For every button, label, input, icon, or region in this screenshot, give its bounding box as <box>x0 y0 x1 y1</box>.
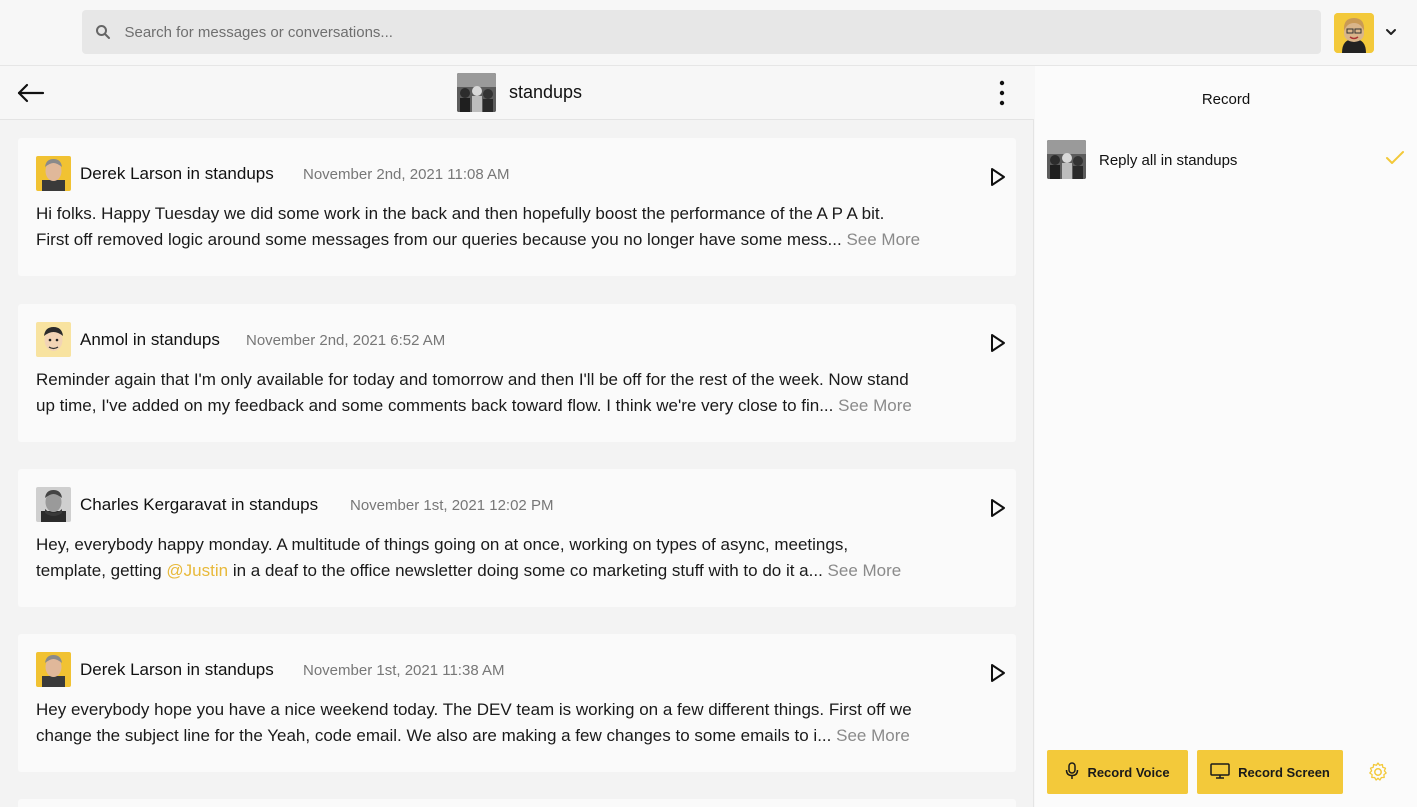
message-line: Reminder again that I'm only available f… <box>36 370 909 389</box>
monitor-icon <box>1210 762 1230 782</box>
message-card[interactable] <box>18 799 1016 807</box>
chevron-down-icon[interactable] <box>1383 24 1399 40</box>
message-timestamp: November 2nd, 2021 11:08 AM <box>303 166 510 183</box>
channel-thumbnail <box>1047 140 1086 179</box>
message-body: Reminder again that I'm only available f… <box>36 367 1000 419</box>
message-line: Hey, everybody happy monday. A multitude… <box>36 535 849 554</box>
conversation-pane: standups Derek Larson in standups Novemb… <box>0 66 1034 807</box>
top-bar <box>0 0 1417 66</box>
record-voice-label: Record Voice <box>1087 764 1170 780</box>
message-timestamp: November 1st, 2021 12:02 PM <box>350 497 554 514</box>
user-avatar[interactable] <box>1334 13 1374 53</box>
back-arrow-icon[interactable] <box>16 80 46 106</box>
message-card[interactable]: Derek Larson in standups November 1st, 2… <box>18 634 1016 772</box>
avatar <box>36 156 71 191</box>
search-icon <box>82 10 124 54</box>
search-bar[interactable] <box>82 10 1321 54</box>
play-icon[interactable] <box>988 332 1008 354</box>
search-input[interactable] <box>124 23 1321 41</box>
conversation-header: standups <box>0 66 1034 120</box>
message-card[interactable]: Derek Larson in standups November 2nd, 2… <box>18 138 1016 276</box>
message-text: up time, I've added on my feedback and s… <box>36 396 834 415</box>
message-author: Charles Kergaravat in standups <box>80 495 319 514</box>
see-more-link[interactable]: See More <box>828 561 902 580</box>
play-icon[interactable] <box>988 497 1008 519</box>
message-author: Anmol in standups <box>80 330 220 349</box>
message-line: Hi folks. Happy Tuesday we did some work… <box>36 204 885 223</box>
message-card[interactable]: Anmol in standups November 2nd, 2021 6:5… <box>18 304 1016 442</box>
see-more-link[interactable]: See More <box>846 230 920 249</box>
gear-icon[interactable] <box>1367 761 1389 783</box>
play-icon[interactable] <box>988 166 1008 188</box>
microphone-icon <box>1065 761 1079 783</box>
message-line: change the subject line for the Yeah, co… <box>36 723 1000 749</box>
message-body: Hi folks. Happy Tuesday we did some work… <box>36 201 1000 253</box>
message-text: First off removed logic around some mess… <box>36 230 842 249</box>
record-screen-label: Record Screen <box>1238 764 1330 780</box>
record-panel: Record Reply all in standups Record Voic… <box>1035 66 1417 807</box>
channel-name: standups <box>509 82 583 102</box>
see-more-link[interactable]: See More <box>836 726 910 745</box>
more-options-icon[interactable] <box>990 78 1014 108</box>
avatar <box>36 322 71 357</box>
message-timestamp: November 1st, 2021 11:38 AM <box>303 662 505 679</box>
avatar <box>36 487 71 522</box>
see-more-link[interactable]: See More <box>838 396 912 415</box>
message-body: Hey, everybody happy monday. A multitude… <box>36 532 1000 584</box>
play-icon[interactable] <box>988 662 1008 684</box>
panel-title: Record <box>1201 91 1251 108</box>
message-line: Hey everybody hope you have a nice weeke… <box>36 700 912 719</box>
checkmark-icon <box>1385 150 1405 166</box>
message-author: Derek Larson in standups <box>80 660 274 679</box>
message-line: First off removed logic around some mess… <box>36 227 1000 253</box>
avatar <box>36 652 71 687</box>
message-timestamp: November 2nd, 2021 6:52 AM <box>246 332 446 349</box>
message-body: Hey everybody hope you have a nice weeke… <box>36 697 1000 749</box>
message-card[interactable]: Charles Kergaravat in standups November … <box>18 469 1016 607</box>
channel-thumbnail <box>457 73 496 112</box>
record-screen-button[interactable]: Record Screen <box>1197 750 1343 794</box>
reply-all-option[interactable]: Reply all in standups <box>1047 140 1409 180</box>
message-text: template, getting <box>36 561 167 580</box>
record-voice-button[interactable]: Record Voice <box>1047 750 1188 794</box>
mention-link[interactable]: @Justin <box>166 561 228 580</box>
message-author: Derek Larson in standups <box>80 164 274 183</box>
message-text: in a deaf to the office newsletter doing… <box>228 561 823 580</box>
message-line: template, getting @Justin in a deaf to t… <box>36 558 1000 584</box>
message-text: change the subject line for the Yeah, co… <box>36 726 832 745</box>
message-line: up time, I've added on my feedback and s… <box>36 393 1000 419</box>
reply-option-label: Reply all in standups <box>1099 152 1238 169</box>
